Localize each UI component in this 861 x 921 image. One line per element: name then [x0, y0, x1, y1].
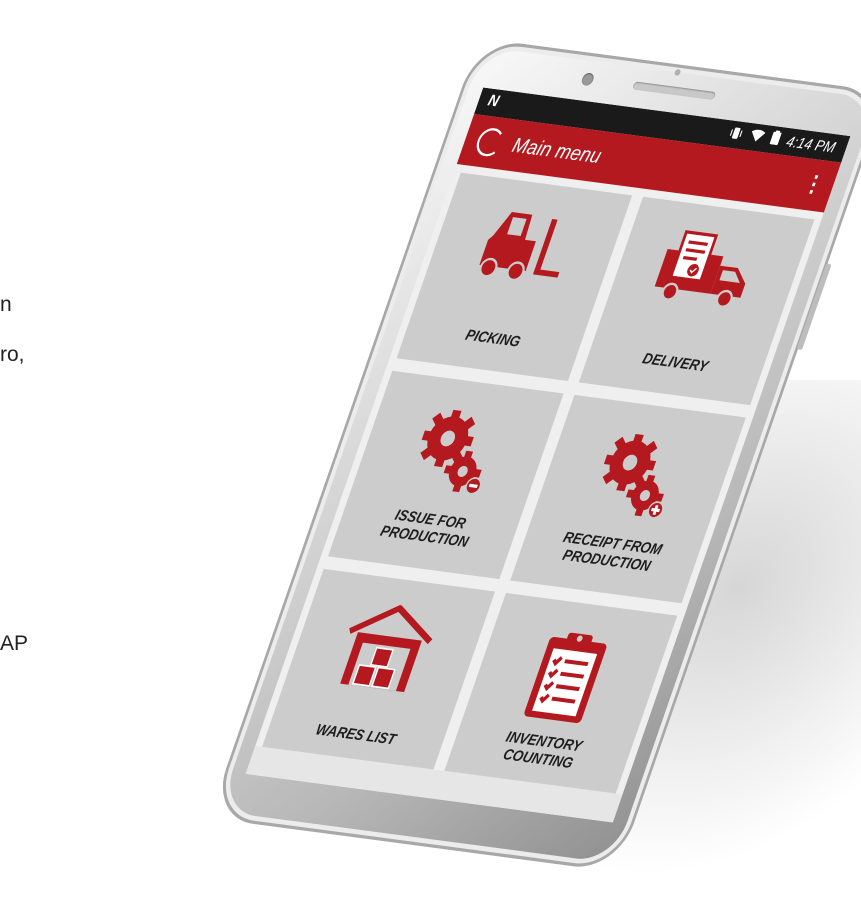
- tile-label-picking: PICKING: [463, 327, 523, 351]
- battery-icon: [768, 130, 783, 150]
- overflow-menu-icon[interactable]: ⋮: [800, 170, 828, 198]
- clipboard-checklist-icon: [515, 625, 617, 732]
- status-time: 4:14 PM: [783, 133, 838, 157]
- background-text-fragment-1: n: [0, 293, 12, 316]
- background-text-fragment-3: AP: [0, 632, 29, 655]
- tile-label-issue-for-production: ISSUE FOR PRODUCTION: [378, 507, 471, 551]
- app-title: Main menu: [509, 132, 605, 168]
- forklift-icon: [465, 203, 582, 297]
- app-logo-icon: [472, 126, 507, 158]
- earpiece-speaker: [631, 81, 717, 101]
- tile-label-inventory-counting: INVENTORY COUNTING: [500, 729, 585, 773]
- warehouse-icon: [325, 599, 444, 700]
- proximity-sensor: [673, 68, 682, 76]
- vibrate-icon: [727, 126, 745, 145]
- tile-label-delivery: DELIVERY: [640, 350, 711, 376]
- front-camera: [580, 72, 596, 87]
- notification-n-icon: N: [485, 91, 502, 111]
- background-text-fragment-2: ro,: [0, 343, 25, 366]
- tile-label-receipt-from-production: RECEIPT FROM PRODUCTION: [560, 529, 665, 576]
- truck-icon: [644, 227, 768, 322]
- gears-plus-icon: [580, 426, 693, 527]
- gears-minus-icon: [397, 402, 510, 503]
- wifi-icon: [746, 129, 766, 148]
- tile-label-wares-list: WARES LIST: [313, 721, 399, 749]
